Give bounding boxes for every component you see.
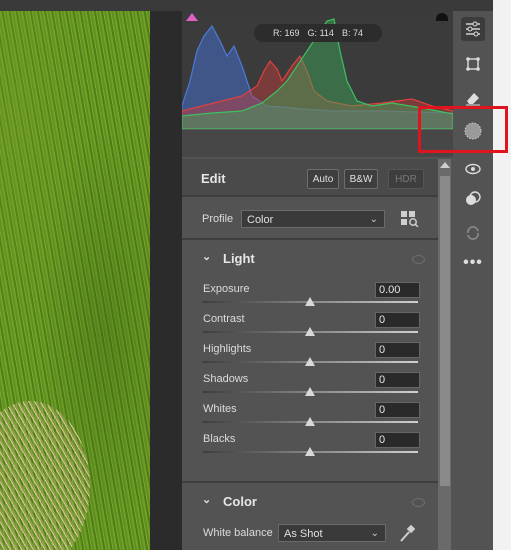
window-edge xyxy=(493,0,511,550)
r-value: 169 xyxy=(284,28,300,38)
more-icon[interactable]: ••• xyxy=(461,251,485,275)
divider xyxy=(182,195,438,197)
whites-thumb[interactable] xyxy=(305,417,315,426)
whites-label: Whites xyxy=(203,403,237,415)
red-eye-icon[interactable] xyxy=(461,157,485,181)
profile-label: Profile xyxy=(202,213,234,225)
subject-hair xyxy=(0,401,90,550)
profile-browser-icon[interactable] xyxy=(401,211,419,227)
rgb-readout: R: 169 G: 114 B: 74 xyxy=(254,24,382,42)
histogram-footer xyxy=(182,129,453,157)
top-bar xyxy=(0,0,511,11)
white-balance-select[interactable]: As Shot ⌄ xyxy=(278,524,386,542)
shadows-thumb[interactable] xyxy=(305,387,315,396)
canvas-gutter xyxy=(150,11,182,550)
contrast-value[interactable]: 0 xyxy=(375,312,420,328)
whites-value[interactable]: 0 xyxy=(375,402,420,418)
profile-value: Color xyxy=(247,214,274,226)
shadows-label: Shadows xyxy=(203,373,249,385)
exposure-label: Exposure xyxy=(203,283,250,295)
edit-title: Edit xyxy=(201,171,226,186)
exposure-value[interactable]: 0.00 xyxy=(375,282,420,298)
light-title[interactable]: Light xyxy=(223,251,255,266)
shadow-clipping-toggle[interactable] xyxy=(186,13,198,21)
divider xyxy=(182,481,438,483)
profile-select[interactable]: Color ⌄ xyxy=(241,210,385,228)
auto-button[interactable]: Auto xyxy=(307,169,339,189)
hdr-button[interactable]: HDR xyxy=(388,169,424,189)
b-value: 74 xyxy=(352,28,363,38)
divider xyxy=(182,238,438,240)
chevron-down-icon: ⌄ xyxy=(369,214,378,225)
contrast-label: Contrast xyxy=(203,313,245,325)
eye-icon[interactable] xyxy=(412,498,425,507)
r-label: R: xyxy=(273,28,282,38)
g-value: 114 xyxy=(319,28,334,38)
exposure-thumb[interactable] xyxy=(305,297,315,306)
tool-strip: ••• xyxy=(453,11,493,550)
contrast-thumb[interactable] xyxy=(305,327,315,336)
highlights-label: Highlights xyxy=(203,343,252,355)
highlight-clipping-toggle[interactable] xyxy=(436,13,448,21)
color-title[interactable]: Color xyxy=(223,494,257,509)
presets-icon[interactable] xyxy=(461,187,485,211)
scrollbar-thumb[interactable] xyxy=(440,176,450,486)
snapshots-icon[interactable] xyxy=(461,221,485,245)
highlights-thumb[interactable] xyxy=(305,357,315,366)
edit-header: Edit Auto B&W HDR xyxy=(182,159,438,195)
chevron-down-icon: ⌄ xyxy=(370,528,379,539)
crop-icon[interactable] xyxy=(461,52,485,76)
chevron-down-icon[interactable]: ⌄ xyxy=(202,250,211,263)
eye-icon[interactable] xyxy=(412,255,425,264)
g-label: G: xyxy=(307,28,318,38)
blacks-thumb[interactable] xyxy=(305,447,315,456)
shadows-value[interactable]: 0 xyxy=(375,372,420,388)
blacks-value[interactable]: 0 xyxy=(375,432,420,448)
white-balance-label: White balance xyxy=(203,527,273,539)
b-label: B: xyxy=(341,28,351,38)
white-balance-value: As Shot xyxy=(284,528,323,540)
bw-button[interactable]: B&W xyxy=(344,169,378,189)
scroll-up-arrow[interactable] xyxy=(440,162,450,168)
edit-panel: R: 169 G: 114 B: 74 Edit Auto B&W HDR Pr… xyxy=(182,11,453,550)
eyedropper-icon[interactable] xyxy=(398,524,416,544)
edit-sliders-icon[interactable] xyxy=(461,17,485,41)
highlights-value[interactable]: 0 xyxy=(375,342,420,358)
chevron-down-icon[interactable]: ⌄ xyxy=(202,493,211,506)
masking-highlight-box xyxy=(418,106,508,153)
blacks-label: Blacks xyxy=(203,433,236,445)
photo-canvas[interactable] xyxy=(0,11,150,550)
histogram[interactable]: R: 169 G: 114 B: 74 xyxy=(182,11,453,129)
